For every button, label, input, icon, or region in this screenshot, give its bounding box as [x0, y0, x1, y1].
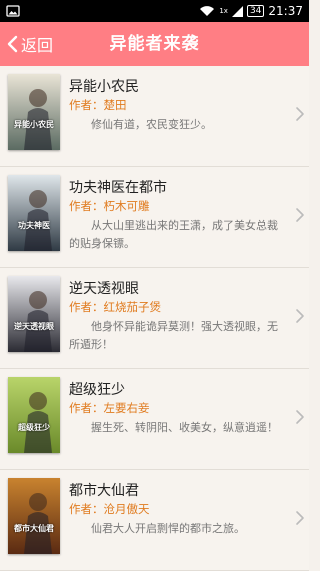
author-name: 左要右妾: [103, 401, 150, 415]
author-prefix: 作者：: [69, 502, 104, 516]
author-name: 红烧茄子煲: [103, 300, 162, 314]
page-title: 异能者来袭: [109, 34, 200, 54]
book-cover[interactable]: 逆天透视眼: [8, 276, 60, 352]
book-author: 作者：朽木可雕: [69, 198, 150, 214]
book-list-item[interactable]: 逆天透视眼 逆天透视眼 作者：红烧茄子煲 他身怀异能诡异莫测！强大透视眼，无所遁…: [0, 268, 309, 369]
book-cover-art-icon: [8, 377, 60, 453]
book-cover-art-icon: [8, 74, 60, 150]
title-bar: 返回 异能者来袭: [0, 22, 309, 66]
book-title[interactable]: 都市大仙君: [69, 480, 139, 500]
book-cover-title: 异能小农民: [14, 120, 54, 129]
author-prefix: 作者：: [69, 401, 104, 415]
wifi-icon: [200, 6, 215, 16]
battery-icon: 34: [246, 5, 265, 17]
book-title[interactable]: 超级狂少: [69, 379, 125, 399]
author-name: 楚田: [103, 98, 127, 112]
book-cover[interactable]: 超级狂少: [8, 377, 60, 453]
book-list: 异能小农民 异能小农民 作者：楚田 修仙有道，农民变狂少。 功夫神医 功夫神医在…: [0, 66, 309, 571]
book-list-item[interactable]: 异能小农民 异能小农民 作者：楚田 修仙有道，农民变狂少。: [0, 66, 309, 167]
chevron-right-icon[interactable]: [295, 106, 305, 122]
book-cover-title: 超级狂少: [18, 423, 50, 432]
book-cover-art-icon: [8, 276, 60, 352]
author-prefix: 作者：: [69, 98, 104, 112]
book-cover-title: 逆天透视眼: [14, 322, 54, 331]
author-name: 朽木可雕: [103, 199, 150, 213]
status-bar: 1x 34 21:37: [0, 0, 309, 22]
book-author: 作者：红烧茄子煲: [69, 299, 161, 315]
chevron-right-icon[interactable]: [295, 510, 305, 526]
image-notification-icon: [6, 5, 20, 17]
author-name: 沧月傲天: [103, 502, 150, 516]
signal-label: 1x: [219, 7, 228, 15]
book-cover-title: 功夫神医: [18, 221, 50, 230]
book-description: 修仙有道，农民变狂少。: [91, 118, 212, 131]
book-description: 握生死、转阴阳、收美女，纵意逍遥！: [91, 421, 278, 434]
signal-icon: [231, 5, 243, 17]
book-cover-art-icon: [8, 175, 60, 251]
book-description: 从大山里逃出来的王潇，成了美女总裁的贴身保镖。: [69, 219, 278, 250]
book-list-item[interactable]: 功夫神医 功夫神医在都市 作者：朽木可雕 从大山里逃出来的王潇，成了美女总裁的贴…: [0, 167, 309, 268]
book-author: 作者：左要右妾: [69, 400, 150, 416]
book-cover-title: 都市大仙君: [14, 524, 54, 533]
clock: 21:37: [268, 4, 303, 18]
book-title[interactable]: 异能小农民: [69, 76, 139, 96]
book-list-item[interactable]: 超级狂少 超级狂少 作者：左要右妾 握生死、转阴阳、收美女，纵意逍遥！: [0, 369, 309, 470]
author-prefix: 作者：: [69, 300, 104, 314]
book-cover-art-icon: [8, 478, 60, 554]
book-description: 他身怀异能诡异莫测！强大透视眼，无所遁形！: [69, 320, 278, 351]
book-list-item[interactable]: 都市大仙君 都市大仙君 作者：沧月傲天 仙君大人开启剽悍的都市之旅。: [0, 470, 309, 571]
book-cover[interactable]: 都市大仙君: [8, 478, 60, 554]
chevron-right-icon[interactable]: [295, 207, 305, 223]
book-title[interactable]: 逆天透视眼: [69, 278, 139, 298]
book-author: 作者：楚田: [69, 97, 127, 113]
book-cover[interactable]: 功夫神医: [8, 175, 60, 251]
book-author: 作者：沧月傲天: [69, 501, 150, 517]
chevron-right-icon[interactable]: [295, 308, 305, 324]
book-title[interactable]: 功夫神医在都市: [69, 177, 167, 197]
book-cover[interactable]: 异能小农民: [8, 74, 60, 150]
book-description: 仙君大人开启剽悍的都市之旅。: [91, 522, 245, 535]
chevron-right-icon[interactable]: [295, 409, 305, 425]
author-prefix: 作者：: [69, 199, 104, 213]
